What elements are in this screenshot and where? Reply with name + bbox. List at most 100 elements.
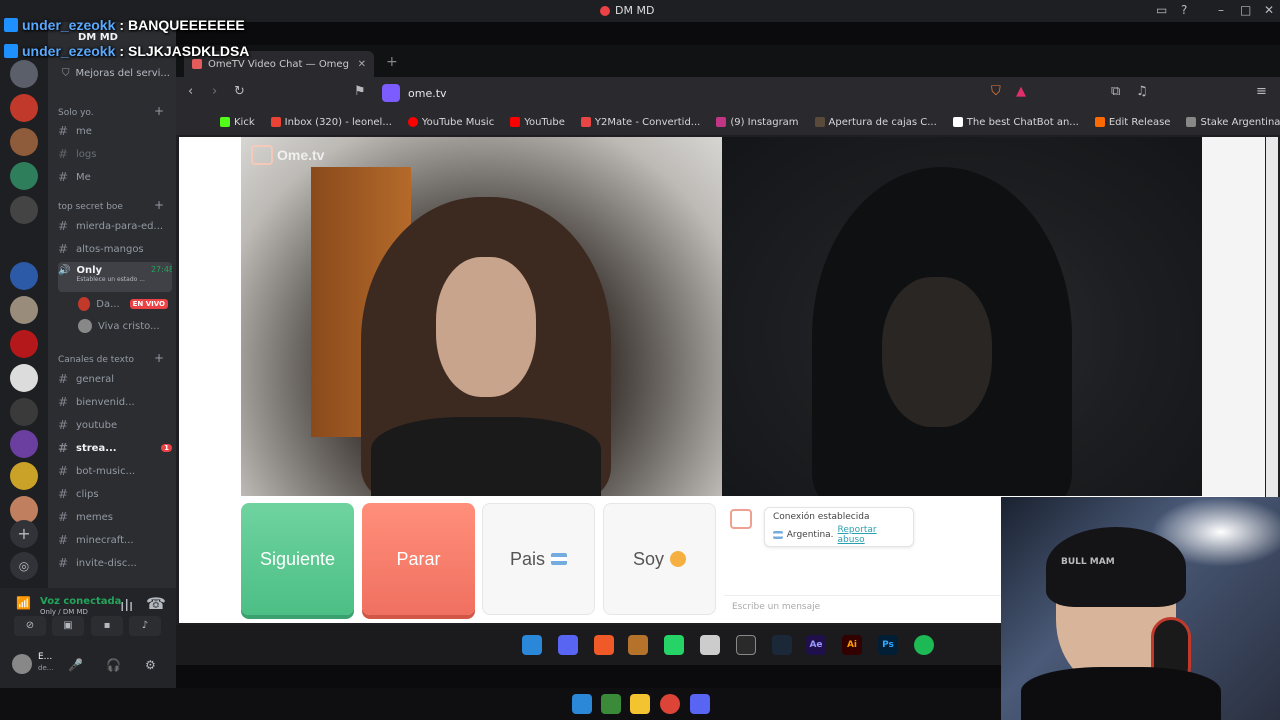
server-icon[interactable] bbox=[10, 330, 38, 358]
app-taskbar-icon[interactable] bbox=[700, 635, 720, 655]
server-icon[interactable] bbox=[10, 462, 38, 490]
brave-taskbar-icon[interactable] bbox=[594, 635, 614, 655]
channel-general[interactable]: # general bbox=[58, 372, 172, 386]
add-channel-icon[interactable]: + bbox=[154, 104, 164, 118]
photoshop-taskbar-icon[interactable]: Ps bbox=[878, 635, 898, 655]
headset-icon[interactable]: 🎧 bbox=[106, 658, 121, 672]
brave-shield-icon[interactable]: ⛉ bbox=[991, 84, 1001, 99]
channel-invite[interactable]: # invite-disc... bbox=[58, 556, 172, 570]
channel-bot-music[interactable]: # bot-music... bbox=[58, 464, 172, 478]
bookmark-icon[interactable]: ⚑ bbox=[354, 84, 366, 99]
bookmark-item[interactable]: Inbox (320) - leonel... bbox=[270, 117, 392, 128]
server-icon[interactable] bbox=[10, 94, 38, 122]
close-icon[interactable]: ✕ bbox=[1264, 3, 1274, 17]
channel-altos-mangos[interactable]: # altos-mangos bbox=[58, 242, 172, 256]
report-abuse-link[interactable]: Reportar abuso bbox=[838, 525, 905, 545]
add-channel-icon[interactable]: + bbox=[154, 198, 164, 212]
channel-me-2[interactable]: # Me bbox=[58, 170, 172, 184]
channel-me[interactable]: # me bbox=[58, 124, 172, 138]
minecraft-taskbar-icon[interactable] bbox=[601, 694, 621, 714]
soundboard-button[interactable]: ♪ bbox=[129, 616, 161, 636]
channel-clips[interactable]: # clips bbox=[58, 487, 172, 501]
reload-icon[interactable]: ↻ bbox=[234, 84, 245, 99]
add-server-icon[interactable]: + bbox=[10, 520, 38, 548]
chrome-taskbar-icon[interactable] bbox=[660, 694, 680, 714]
brave-rewards-icon[interactable]: ▲ bbox=[1016, 84, 1026, 99]
discover-icon[interactable]: ◎ bbox=[10, 552, 38, 580]
gender-button[interactable]: Soy bbox=[603, 503, 716, 615]
channel-mierda[interactable]: # mierda-para-ed... bbox=[58, 219, 172, 233]
channel-logs[interactable]: # logs bbox=[58, 147, 172, 161]
discord-taskbar-icon[interactable] bbox=[558, 635, 578, 655]
media-icon[interactable]: ♫ bbox=[1136, 84, 1148, 99]
spotify-taskbar-icon[interactable] bbox=[914, 635, 934, 655]
server-icon[interactable] bbox=[10, 262, 38, 290]
message-input[interactable]: Escribe un mensaje bbox=[724, 595, 1002, 619]
category-text-channels[interactable]: Canales de texto bbox=[58, 355, 134, 365]
settings-gear-icon[interactable]: ⚙ bbox=[145, 658, 156, 672]
server-icon[interactable] bbox=[10, 364, 38, 392]
voice-user[interactable]: Da... EN VIVO bbox=[78, 297, 168, 311]
bookmark-item[interactable]: YouTube Music bbox=[407, 117, 494, 128]
server-icon[interactable] bbox=[10, 296, 38, 324]
inbox-icon[interactable]: ▭ bbox=[1156, 3, 1167, 17]
server-icon[interactable] bbox=[10, 60, 38, 88]
bookmark-item[interactable]: Kick bbox=[220, 117, 255, 128]
voice-channel-only[interactable]: 🔊 Only Establece un estado ... 27:48 bbox=[58, 262, 172, 292]
bookmark-item[interactable]: Apertura de cajas C... bbox=[814, 117, 937, 128]
add-channel-icon[interactable]: + bbox=[154, 351, 164, 365]
obs-taskbar-icon[interactable] bbox=[736, 635, 756, 655]
steam-taskbar-icon[interactable] bbox=[772, 635, 792, 655]
whatsapp-taskbar-icon[interactable] bbox=[664, 635, 684, 655]
screen-share-button[interactable]: ▣ bbox=[52, 616, 84, 636]
camera-button[interactable]: ⊘ bbox=[14, 616, 46, 636]
mute-mic-icon[interactable]: 🎤 bbox=[68, 658, 83, 672]
stop-button[interactable]: Parar bbox=[362, 503, 475, 615]
voice-user[interactable]: Viva cristo... bbox=[78, 319, 168, 333]
category-solo-yo[interactable]: Solo yo. bbox=[58, 108, 94, 118]
close-tab-icon[interactable]: ✕ bbox=[358, 59, 366, 70]
bookmark-item[interactable]: YouTube bbox=[510, 117, 565, 128]
channel-youtube[interactable]: # youtube bbox=[58, 418, 172, 432]
new-tab-icon[interactable]: + bbox=[386, 54, 398, 70]
bookmark-item[interactable]: The best ChatBot an... bbox=[952, 117, 1079, 128]
category-top-secret[interactable]: top secret boe bbox=[58, 202, 123, 212]
channel-stream[interactable]: # strea... 1 bbox=[58, 441, 172, 455]
server-icon[interactable] bbox=[10, 162, 38, 190]
disconnect-icon[interactable]: ☎ bbox=[146, 594, 166, 613]
after-effects-taskbar-icon[interactable]: Ae bbox=[806, 635, 826, 655]
boost-banner[interactable]: ⛉ Mejoras del servi... bbox=[62, 68, 176, 79]
bookmark-item[interactable]: (9) Instagram bbox=[716, 117, 799, 128]
extensions-icon[interactable]: ⧉ bbox=[1111, 84, 1120, 99]
back-icon[interactable]: ‹ bbox=[188, 84, 193, 99]
server-icon[interactable] bbox=[10, 196, 38, 224]
app-taskbar-icon[interactable] bbox=[628, 635, 648, 655]
channel-memes[interactable]: # memes bbox=[58, 510, 172, 524]
server-icon[interactable] bbox=[10, 398, 38, 426]
bookmark-item[interactable]: Stake Argentina PB... bbox=[1186, 117, 1280, 128]
windows-start-icon[interactable] bbox=[572, 694, 592, 714]
windows-start-icon[interactable] bbox=[522, 635, 542, 655]
url-field[interactable]: ome.tv bbox=[376, 82, 1026, 104]
maximize-icon[interactable]: □ bbox=[1240, 3, 1251, 17]
forward-icon[interactable]: › bbox=[212, 84, 217, 99]
channel-minecraft[interactable]: # minecraft... bbox=[58, 533, 172, 547]
avatar[interactable] bbox=[12, 654, 32, 674]
server-icon[interactable] bbox=[10, 128, 38, 156]
noise-icon[interactable]: ılı bbox=[120, 596, 133, 615]
country-button[interactable]: Pais bbox=[482, 503, 595, 615]
menu-icon[interactable]: ≡ bbox=[1256, 84, 1267, 99]
speaker-icon: 🔊 bbox=[58, 265, 71, 276]
activities-button[interactable]: ▪ bbox=[91, 616, 123, 636]
page-side-gutter bbox=[1202, 137, 1265, 496]
file-explorer-icon[interactable] bbox=[630, 694, 650, 714]
channel-bienvenida[interactable]: # bienvenid... bbox=[58, 395, 172, 409]
next-button[interactable]: Siguiente bbox=[241, 503, 354, 615]
illustrator-taskbar-icon[interactable]: Ai bbox=[842, 635, 862, 655]
server-icon[interactable] bbox=[10, 430, 38, 458]
discord-taskbar-icon[interactable] bbox=[690, 694, 710, 714]
minimize-icon[interactable]: – bbox=[1218, 3, 1224, 17]
bookmark-item[interactable]: Y2Mate - Convertid... bbox=[580, 117, 700, 128]
help-icon[interactable]: ? bbox=[1181, 3, 1187, 17]
bookmark-item[interactable]: Edit Release bbox=[1094, 117, 1170, 128]
